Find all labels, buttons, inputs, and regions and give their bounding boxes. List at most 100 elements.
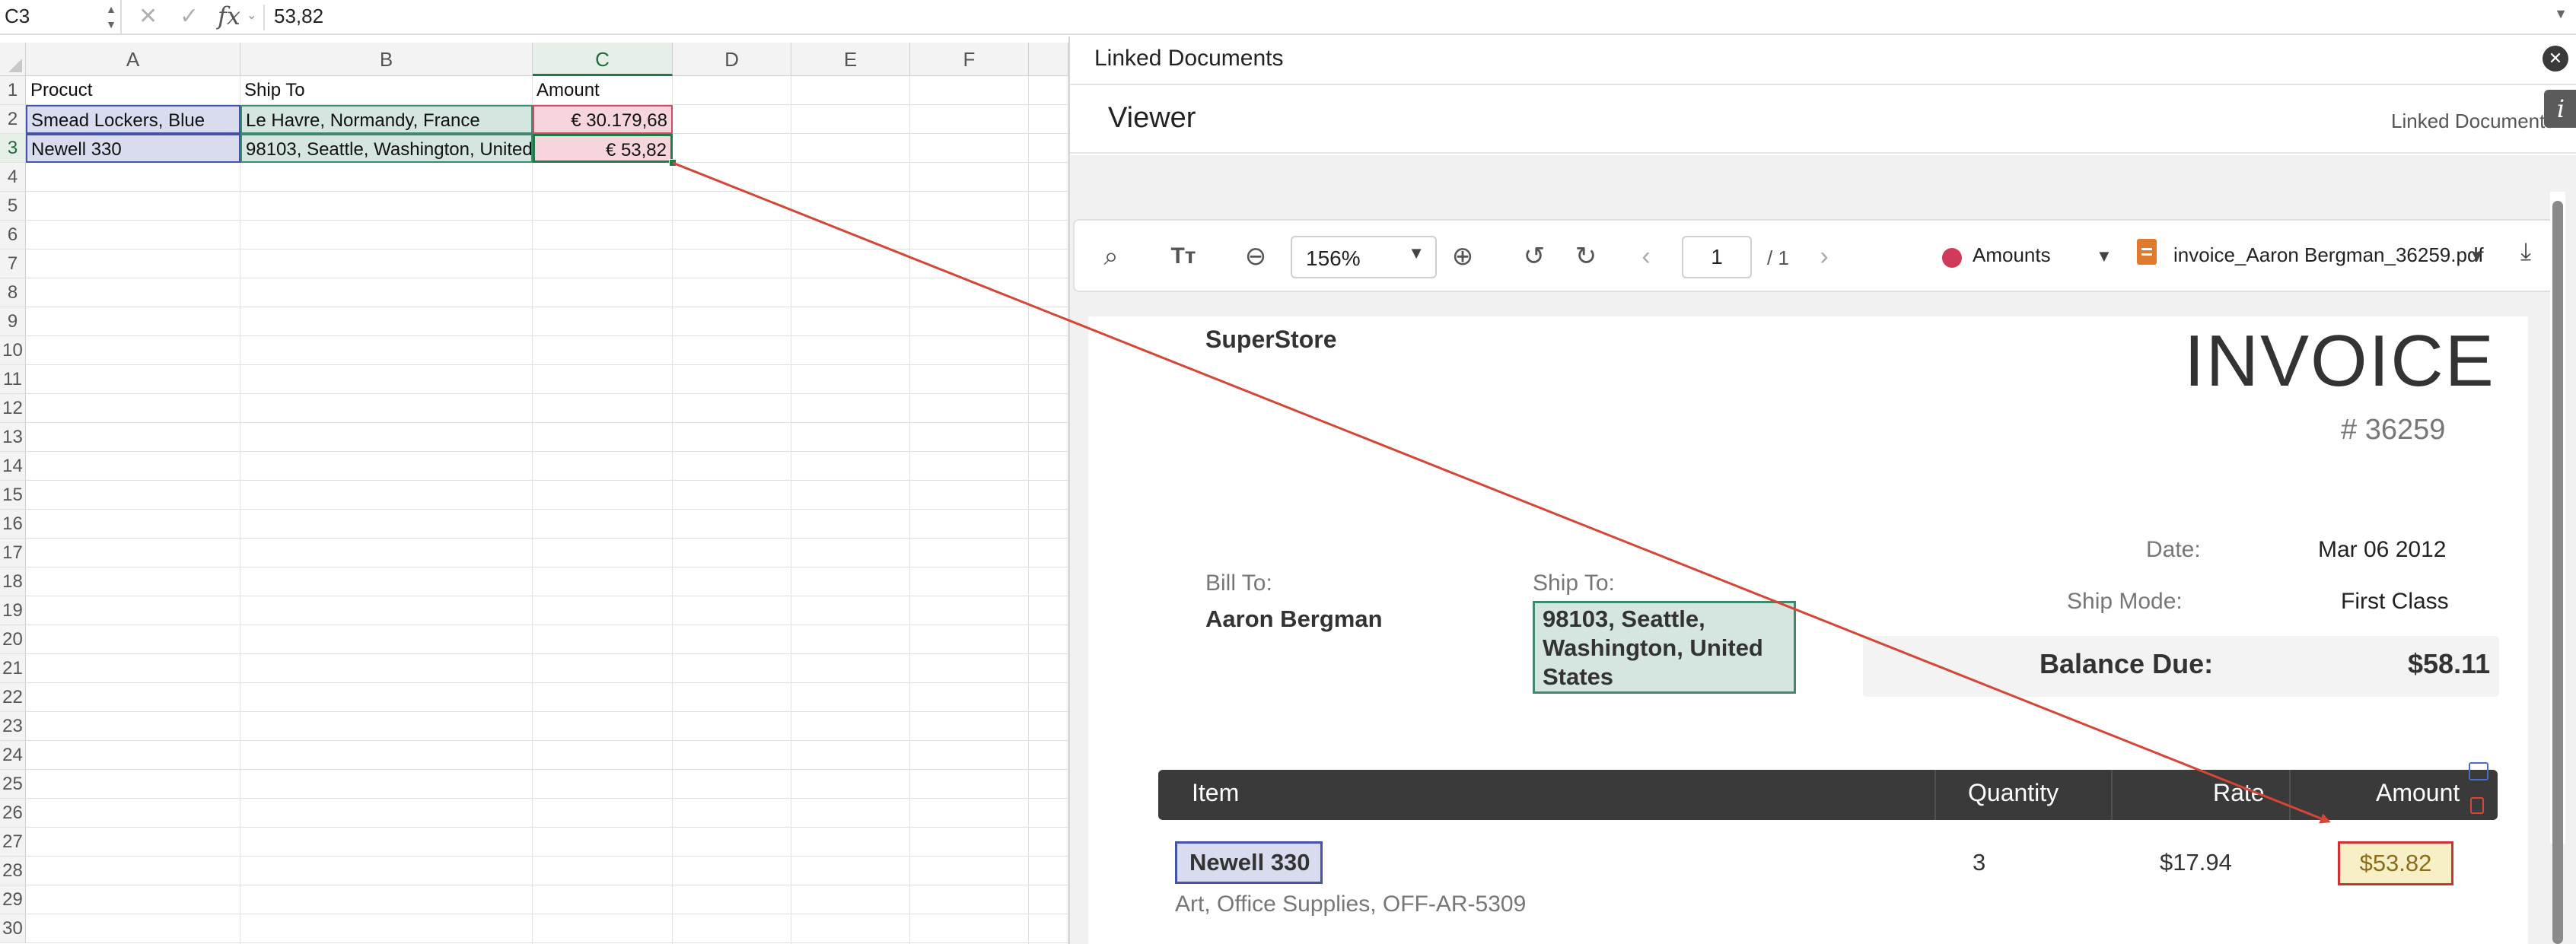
viewer-scroll-thumb[interactable] bbox=[2552, 201, 2563, 944]
grid-row-line bbox=[26, 653, 1068, 654]
panel-header: Linked Documents ✕ bbox=[1070, 37, 2576, 84]
column-header-c[interactable]: C bbox=[533, 43, 673, 76]
cell-c2[interactable]: € 30.179,68 bbox=[533, 105, 673, 134]
row-header-22[interactable]: 22 bbox=[0, 683, 26, 712]
linked-documents-tab[interactable]: Linked Documents bbox=[2391, 110, 2555, 133]
column-header-e[interactable]: E bbox=[791, 43, 910, 76]
select-all-corner[interactable] bbox=[0, 43, 26, 76]
row-header-3[interactable]: 3 bbox=[0, 134, 26, 163]
grid-row-line bbox=[26, 422, 1068, 423]
search-icon[interactable]: ⌕ bbox=[1096, 237, 1126, 275]
row-header-30[interactable]: 30 bbox=[0, 914, 26, 943]
column-header-a[interactable]: A bbox=[26, 43, 240, 76]
linked-blue-icon[interactable] bbox=[2469, 762, 2488, 780]
cell-b3[interactable]: 98103, Seattle, Washington, United State… bbox=[240, 134, 533, 163]
store-name: SuperStore bbox=[1205, 326, 1337, 353]
info-icon[interactable]: i bbox=[2544, 90, 2576, 128]
quantity-column-header: Quantity bbox=[1968, 779, 2059, 806]
cell-b1[interactable]: Ship To bbox=[240, 76, 533, 105]
zoom-out-icon[interactable]: ⊖ bbox=[1240, 237, 1271, 275]
grid-row-line bbox=[26, 856, 1068, 857]
accept-formula-icon[interactable]: ✓ bbox=[180, 3, 199, 30]
page-number-input[interactable]: 1 bbox=[1682, 236, 1752, 278]
next-page-icon[interactable]: › bbox=[1813, 237, 1836, 275]
column-header-b[interactable]: B bbox=[240, 43, 533, 76]
items-table-header: Item Quantity Rate Amount bbox=[1158, 770, 2498, 820]
row-header-18[interactable]: 18 bbox=[0, 567, 26, 596]
row-header-8[interactable]: 8 bbox=[0, 278, 26, 307]
row-header-24[interactable]: 24 bbox=[0, 741, 26, 770]
file-caret-icon[interactable]: ▼ bbox=[2469, 246, 2485, 266]
ship-to-label: Ship To: bbox=[1533, 571, 1615, 596]
label-filter-select[interactable]: Amounts bbox=[1973, 243, 2051, 267]
row-header-25[interactable]: 25 bbox=[0, 770, 26, 799]
row-header-14[interactable]: 14 bbox=[0, 452, 26, 481]
row-header-28[interactable]: 28 bbox=[0, 857, 26, 885]
cell-c1[interactable]: Amount bbox=[533, 76, 673, 105]
row-header-21[interactable]: 21 bbox=[0, 654, 26, 683]
invoice-title: INVOICE bbox=[2184, 320, 2495, 402]
row-header-19[interactable]: 19 bbox=[0, 596, 26, 625]
fill-handle[interactable] bbox=[669, 159, 677, 167]
column-header-f[interactable]: F bbox=[910, 43, 1029, 76]
zoom-select[interactable]: 156% ▼ bbox=[1291, 236, 1437, 278]
row-header-9[interactable]: 9 bbox=[0, 307, 26, 336]
label-filter-caret-icon[interactable]: ▼ bbox=[2096, 246, 2113, 266]
linked-red-icon[interactable] bbox=[2470, 797, 2484, 814]
column-separator bbox=[1934, 770, 1936, 820]
row-header-16[interactable]: 16 bbox=[0, 510, 26, 539]
row-header-13[interactable]: 13 bbox=[0, 423, 26, 452]
previous-page-icon[interactable]: ‹ bbox=[1635, 237, 1657, 275]
ship-mode-value: First Class bbox=[2341, 589, 2449, 614]
column-header-d[interactable]: D bbox=[673, 43, 791, 76]
grid-row-line bbox=[26, 364, 1068, 365]
formula-expand-icon[interactable]: ▼ bbox=[2549, 6, 2572, 22]
grid-row-line bbox=[26, 249, 1068, 250]
zoom-in-icon[interactable]: ⊕ bbox=[1447, 237, 1478, 275]
row-header-11[interactable]: 11 bbox=[0, 365, 26, 394]
rotate-right-icon[interactable]: ↻ bbox=[1571, 237, 1601, 275]
formula-input[interactable]: 53,82 bbox=[274, 5, 323, 28]
cell-a3[interactable]: Newell 330 bbox=[26, 134, 240, 163]
row-header-26[interactable]: 26 bbox=[0, 799, 26, 828]
row-header-27[interactable]: 27 bbox=[0, 828, 26, 857]
grid-column-line bbox=[909, 76, 910, 944]
row-header-20[interactable]: 20 bbox=[0, 625, 26, 654]
amount-highlight[interactable]: $53.82 bbox=[2338, 841, 2453, 885]
row-header-4[interactable]: 4 bbox=[0, 163, 26, 192]
row-header-15[interactable]: 15 bbox=[0, 481, 26, 510]
spreadsheet-grid[interactable]: ABCDEF 1 2 3 4 5 6 7 8 9 10 11 12 13 14 15 16 17 18 19 20 21… bbox=[0, 43, 1068, 944]
cancel-formula-icon[interactable]: ✕ bbox=[139, 3, 158, 30]
line-quantity: 3 bbox=[1973, 849, 1986, 876]
bill-to-label: Bill To: bbox=[1205, 571, 1272, 596]
cell-a2[interactable]: Smead Lockers, Blue bbox=[26, 105, 240, 134]
row-header-5[interactable]: 5 bbox=[0, 192, 26, 221]
cell-a1[interactable]: Procuct bbox=[27, 76, 240, 105]
date-value: Mar 06 2012 bbox=[2318, 537, 2447, 562]
function-dropdown-icon[interactable]: ⌄ bbox=[247, 8, 256, 23]
ship-to-highlight[interactable]: 98103, Seattle, Washington, United State… bbox=[1533, 601, 1796, 694]
name-box-stepper-icon[interactable]: ▲ ▼ bbox=[103, 2, 119, 32]
cell-b2[interactable]: Le Havre, Normandy, France bbox=[240, 105, 533, 134]
file-select[interactable]: invoice_Aaron Bergman_36259.pdf bbox=[2173, 243, 2484, 267]
row-header-12[interactable]: 12 bbox=[0, 394, 26, 423]
row-header-10[interactable]: 10 bbox=[0, 336, 26, 365]
text-size-icon[interactable]: Tт bbox=[1164, 237, 1202, 275]
row-header-6[interactable]: 6 bbox=[0, 221, 26, 250]
row-header-17[interactable]: 17 bbox=[0, 539, 26, 567]
row-header-1[interactable]: 1 bbox=[0, 76, 26, 105]
grid-row-line bbox=[26, 393, 1068, 394]
amounts-color-dot bbox=[1942, 248, 1962, 268]
row-header-2[interactable]: 2 bbox=[0, 105, 26, 134]
download-icon[interactable]: ⤓ bbox=[2520, 237, 2531, 266]
row-header-23[interactable]: 23 bbox=[0, 712, 26, 741]
function-icon[interactable]: fx bbox=[218, 2, 240, 30]
item-highlight[interactable]: Newell 330 bbox=[1175, 841, 1323, 884]
rotate-left-icon[interactable]: ↺ bbox=[1519, 237, 1549, 275]
row-header-29[interactable]: 29 bbox=[0, 885, 26, 914]
name-box[interactable]: C3 ▲ ▼ bbox=[0, 0, 122, 35]
cell-c3-selected[interactable]: € 53,82 bbox=[533, 134, 673, 163]
close-panel-icon[interactable]: ✕ bbox=[2543, 46, 2568, 72]
row-header-7[interactable]: 7 bbox=[0, 250, 26, 278]
grid-column-line bbox=[672, 76, 673, 944]
